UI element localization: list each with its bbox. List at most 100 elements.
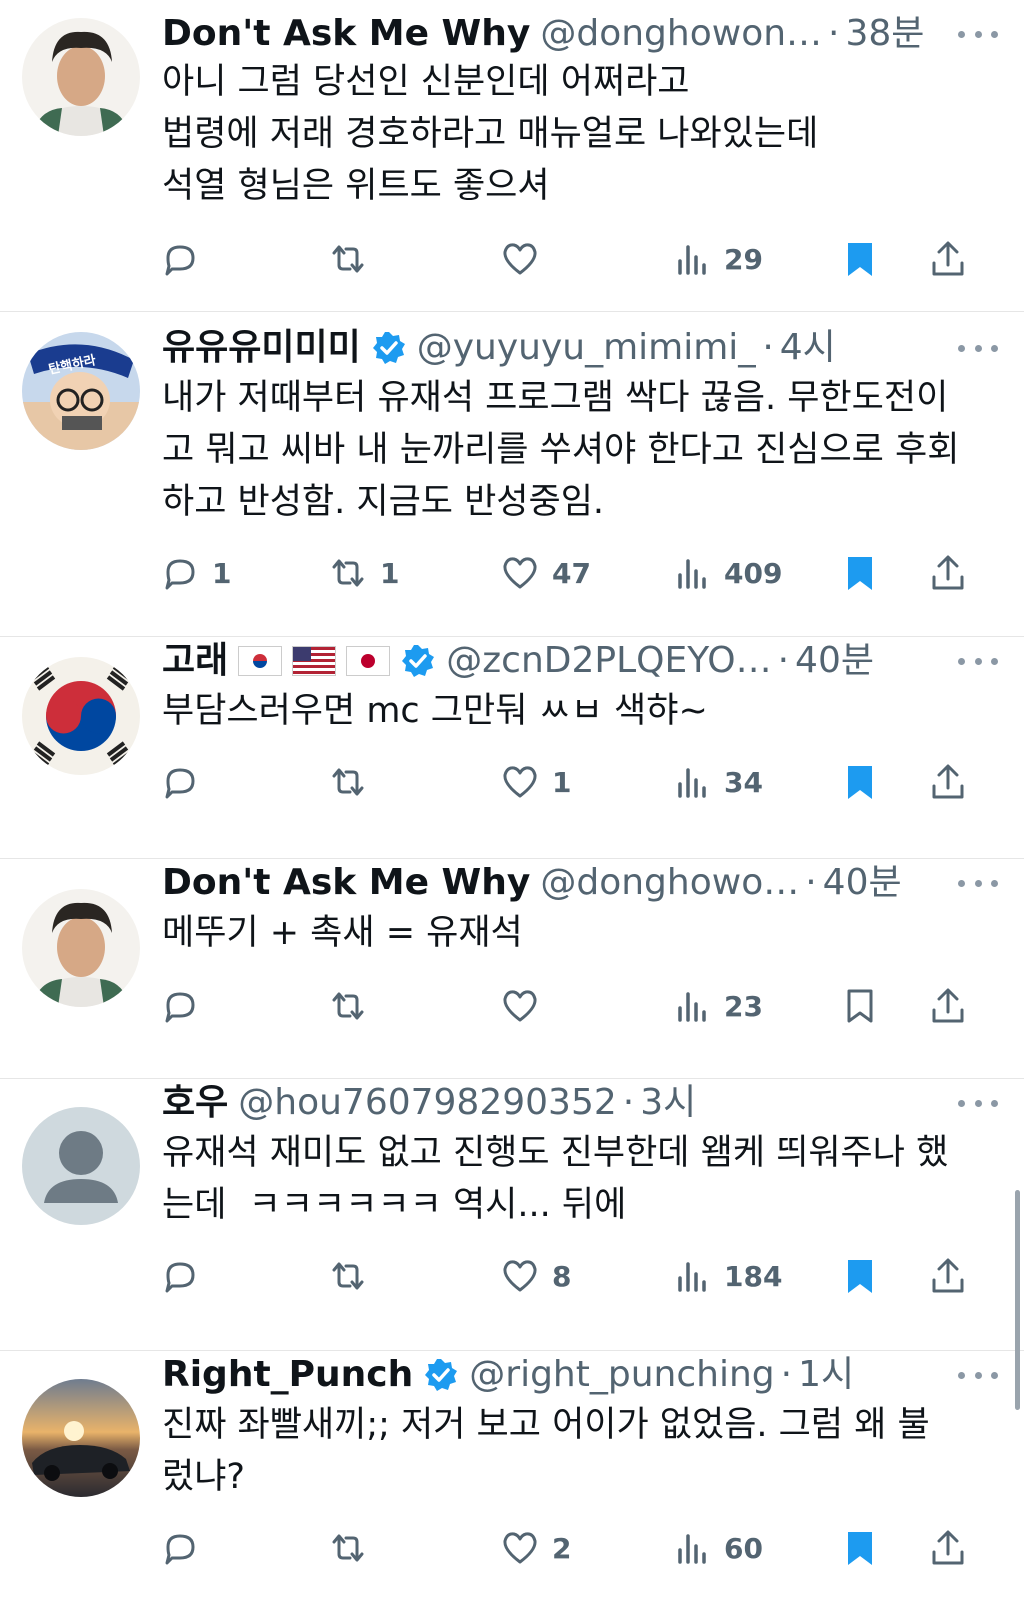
bookmark-button[interactable] xyxy=(840,981,892,1031)
views-button[interactable]: 409 xyxy=(672,548,782,598)
retweet-count: 1 xyxy=(380,556,400,590)
handle[interactable]: @hou760798290352 xyxy=(238,1079,617,1127)
timestamp[interactable]: 40분 xyxy=(823,859,902,907)
handle[interactable]: @donghowo… xyxy=(540,859,799,907)
tweet-text: 메뚜기 + 촉새 = 유재석 xyxy=(162,913,523,953)
views-icon xyxy=(678,1534,706,1564)
heart-icon xyxy=(503,243,537,275)
views-icon xyxy=(678,559,706,589)
scrollbar[interactable] xyxy=(1015,1190,1020,1410)
reply-button[interactable]: 1 xyxy=(160,548,231,598)
reply-button[interactable] xyxy=(160,757,212,807)
retweet-icon xyxy=(332,559,364,587)
reply-icon xyxy=(165,992,195,1023)
tweet[interactable]: 탄핵하라 유유유미미미 @yuyuyu_mimimi_ · 4시 내가 저때부터… xyxy=(0,312,1024,637)
bookmark-button[interactable] xyxy=(840,757,892,807)
verified-badge-icon xyxy=(402,645,435,677)
retweet-button[interactable] xyxy=(328,234,380,284)
tweet[interactable]: 호우 @hou760798290352 · 3시 유재석 재미도 없고 진행도 … xyxy=(0,1079,1024,1351)
share-button[interactable] xyxy=(928,981,980,1031)
tweet[interactable]: Don't Ask Me Why @donghowo… · 40분 메뚜기 + … xyxy=(0,859,1024,1079)
display-name[interactable]: Don't Ask Me Why xyxy=(162,10,530,58)
timestamp[interactable]: 38분 xyxy=(845,10,924,58)
retweet-icon xyxy=(332,1534,364,1562)
avatar[interactable] xyxy=(22,1107,140,1225)
timestamp[interactable]: 1시 xyxy=(798,1351,854,1399)
share-button[interactable] xyxy=(928,1251,980,1301)
separator: · xyxy=(828,13,840,54)
share-button[interactable] xyxy=(928,757,980,807)
heart-icon xyxy=(503,766,537,798)
views-button[interactable]: 29 xyxy=(672,234,763,284)
retweet-button[interactable]: 1 xyxy=(328,548,399,598)
handle[interactable]: @donghowon… xyxy=(540,10,822,58)
like-button[interactable] xyxy=(500,234,552,284)
like-button[interactable]: 2 xyxy=(500,1523,571,1573)
timestamp[interactable]: 40분 xyxy=(795,637,874,685)
retweet-icon xyxy=(332,768,364,796)
tweet[interactable]: Right_Punch @right_punching · 1시 진짜 좌빨새끼… xyxy=(0,1351,1024,1618)
separator: · xyxy=(762,327,774,368)
like-count: 47 xyxy=(552,556,591,590)
heart-icon xyxy=(503,990,537,1022)
display-name[interactable]: 고래 xyxy=(162,637,228,685)
reply-icon xyxy=(165,768,195,799)
separator: · xyxy=(622,1082,635,1123)
tweet[interactable]: 고래 @zcnD2PLQEYO… · 40분 부담스러우면 mc 그만둬 ㅆㅂ … xyxy=(0,637,1024,859)
separator: · xyxy=(805,862,817,903)
display-name[interactable]: Right_Punch xyxy=(162,1351,413,1399)
bookmark-button[interactable] xyxy=(840,1523,892,1573)
display-name[interactable]: Don't Ask Me Why xyxy=(162,859,530,907)
retweet-button[interactable] xyxy=(328,757,380,807)
reply-button[interactable] xyxy=(160,981,212,1031)
bookmark-button[interactable] xyxy=(840,1251,892,1301)
views-button[interactable]: 34 xyxy=(672,757,763,807)
like-button[interactable]: 8 xyxy=(500,1251,571,1301)
avatar[interactable] xyxy=(22,1379,140,1497)
verified-badge-icon xyxy=(372,332,405,364)
reply-button[interactable] xyxy=(160,1523,212,1573)
reply-button[interactable] xyxy=(160,1251,212,1301)
view-count: 60 xyxy=(724,1531,763,1565)
tweet-text: 아니 그럼 당선인 신분인데 어쩌라고 법령에 저래 경호하라고 매뉴얼로 나와… xyxy=(162,62,819,206)
avatar[interactable] xyxy=(22,18,140,136)
more-icon[interactable] xyxy=(958,10,998,58)
like-button[interactable]: 1 xyxy=(500,757,571,807)
views-button[interactable]: 184 xyxy=(672,1251,782,1301)
like-button[interactable] xyxy=(500,981,552,1031)
flag-kr-icon xyxy=(238,646,283,676)
views-button[interactable]: 60 xyxy=(672,1523,763,1573)
bookmark-button[interactable] xyxy=(840,548,892,598)
share-button[interactable] xyxy=(928,548,980,598)
like-count: 8 xyxy=(552,1259,572,1293)
handle[interactable]: @right_punching xyxy=(469,1351,774,1399)
handle[interactable]: @zcnD2PLQEYO… xyxy=(446,637,771,685)
share-button[interactable] xyxy=(928,234,980,284)
bookmark-button[interactable] xyxy=(840,234,892,284)
retweet-button[interactable] xyxy=(328,1523,380,1573)
display-name[interactable]: 유유유미미미 xyxy=(162,324,361,372)
handle[interactable]: @yuyuyu_mimimi_ xyxy=(417,324,757,372)
timestamp[interactable]: 3시 xyxy=(640,1079,696,1127)
more-icon[interactable] xyxy=(958,324,998,372)
views-button[interactable]: 23 xyxy=(672,981,763,1031)
separator: · xyxy=(777,640,790,681)
display-name[interactable]: 호우 xyxy=(162,1079,228,1127)
more-icon[interactable] xyxy=(958,1079,998,1127)
timestamp[interactable]: 4시 xyxy=(780,324,836,372)
more-icon[interactable] xyxy=(958,1351,998,1399)
retweet-icon xyxy=(332,245,364,273)
more-icon[interactable] xyxy=(958,859,998,907)
retweet-button[interactable] xyxy=(328,1251,380,1301)
like-count: 1 xyxy=(552,765,572,799)
reply-icon xyxy=(165,1534,195,1565)
retweet-button[interactable] xyxy=(328,981,380,1031)
retweet-icon xyxy=(332,1262,364,1290)
tweet[interactable]: Don't Ask Me Why @donghowon… · 38분 아니 그럼… xyxy=(0,0,1024,312)
bookmark-filled-icon xyxy=(848,1532,872,1565)
avatar[interactable]: 탄핵하라 xyxy=(22,332,140,450)
like-button[interactable]: 47 xyxy=(500,548,591,598)
share-button[interactable] xyxy=(928,1523,980,1573)
reply-button[interactable] xyxy=(160,234,212,284)
more-icon[interactable] xyxy=(958,637,998,685)
